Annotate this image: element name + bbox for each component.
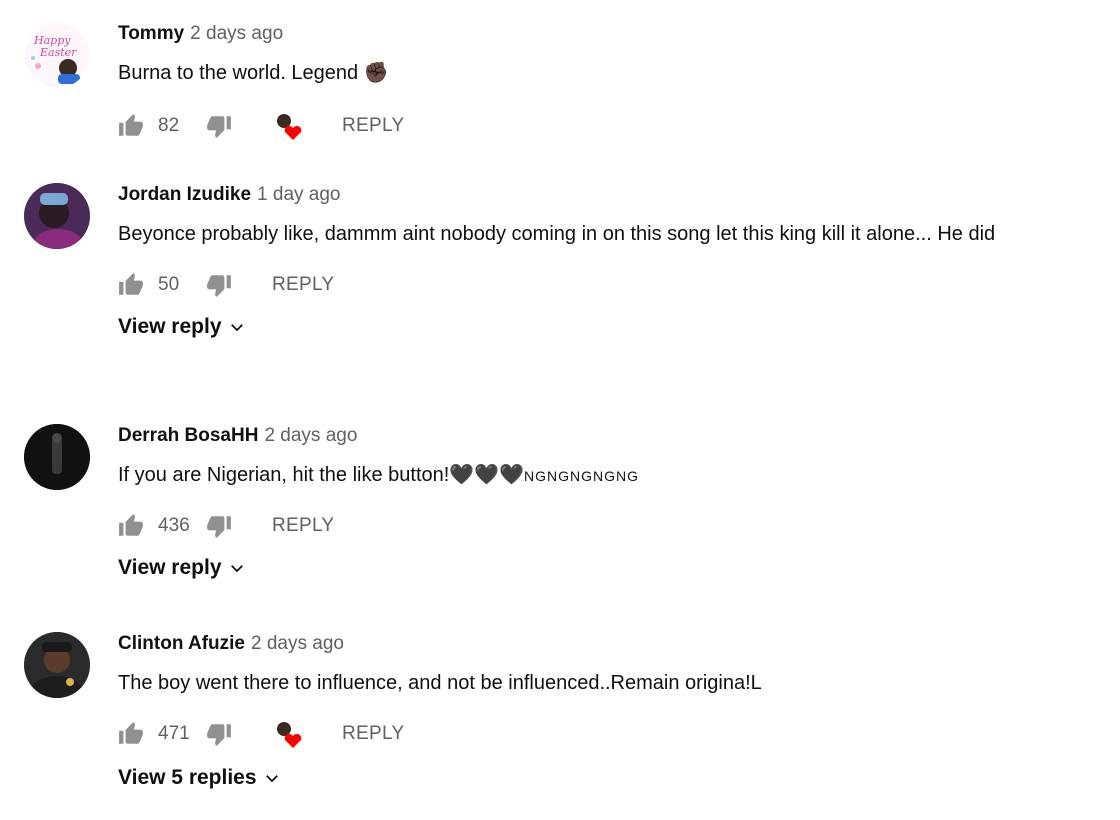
svg-text:Easter: Easter [39,46,77,59]
comment-header: Clinton Afuzie 2 days ago [118,632,1090,656]
author-name[interactable]: Clinton Afuzie [118,633,245,654]
comment-text: If you are Nigerian, hit the like button… [118,459,1078,493]
avatar[interactable] [24,183,90,249]
like-count: 471 [158,723,190,744]
comment-text: The boy went there to influence, and not… [118,672,762,694]
like-button[interactable] [118,272,144,298]
author-name[interactable]: Tommy [118,23,184,44]
comment-text-suffix: NGNGNGNGNG [524,468,640,484]
creator-heart-icon [272,110,306,142]
reply-button[interactable]: REPLY [342,115,404,137]
comment-text: Beyonce probably like, dammm aint nobody… [118,223,996,245]
dislike-button[interactable] [206,513,232,539]
like-count: 82 [158,115,180,136]
avatar[interactable] [24,424,90,490]
comment-header: Jordan Izudike 1 day ago [118,183,1090,207]
comment-text-body: Burna to the world. Legend [118,62,364,84]
like-button[interactable] [118,113,144,139]
reply-button[interactable]: REPLY [272,515,334,537]
dislike-button[interactable] [206,272,232,298]
comment-header: Tommy 2 days ago [118,22,1090,46]
dislike-button[interactable] [206,721,232,747]
comment-actions: 471 REPLY [118,718,1090,750]
reply-button[interactable]: REPLY [272,274,334,296]
view-replies-label: View reply [118,315,222,338]
chevron-down-icon [228,559,246,577]
avatar[interactable]: Happy Easter [24,22,90,88]
comment-time[interactable]: 1 day ago [257,184,340,205]
comment-time[interactable]: 2 days ago [190,23,283,44]
thumb-down-icon [206,272,232,298]
like-count: 50 [158,274,180,295]
chevron-down-icon [228,318,246,336]
thumb-down-icon [206,513,232,539]
comment-actions: 50 REPLY [118,269,1090,301]
comment-actions: 436 REPLY [118,510,1090,542]
comment-time[interactable]: 2 days ago [264,425,357,446]
like-count: 436 [158,515,190,536]
view-replies-button[interactable]: View reply [118,315,246,339]
comment-time[interactable]: 2 days ago [251,633,344,654]
like-button[interactable] [118,513,144,539]
view-replies-button[interactable]: View reply [118,556,246,580]
view-replies-label: View 5 replies [118,766,257,789]
thumb-down-icon [206,721,232,747]
raised-fist-emoji: ✊🏿 [363,62,389,84]
creator-heart-icon [272,718,306,750]
chevron-down-icon [263,769,281,787]
avatar[interactable] [24,632,90,698]
comment-text-body: If you are Nigerian, hit the like button… [118,464,525,486]
view-replies-button[interactable]: View 5 replies [118,766,281,790]
comment-actions: 82 REPLY [118,110,1090,142]
thumb-up-icon [118,113,144,139]
thumb-down-icon [206,113,232,139]
comment-header: Derrah BosaHH 2 days ago [118,424,1090,448]
like-button[interactable] [118,721,144,747]
author-name[interactable]: Jordan Izudike [118,184,251,205]
thumb-up-icon [118,272,144,298]
thumb-up-icon [118,513,144,539]
dislike-button[interactable] [206,113,232,139]
thumb-up-icon [118,721,144,747]
view-replies-label: View reply [118,556,222,579]
author-name[interactable]: Derrah BosaHH [118,425,258,446]
comment-text: Burna to the world. Legend ✊🏿 [118,57,1078,90]
reply-button[interactable]: REPLY [342,723,404,745]
